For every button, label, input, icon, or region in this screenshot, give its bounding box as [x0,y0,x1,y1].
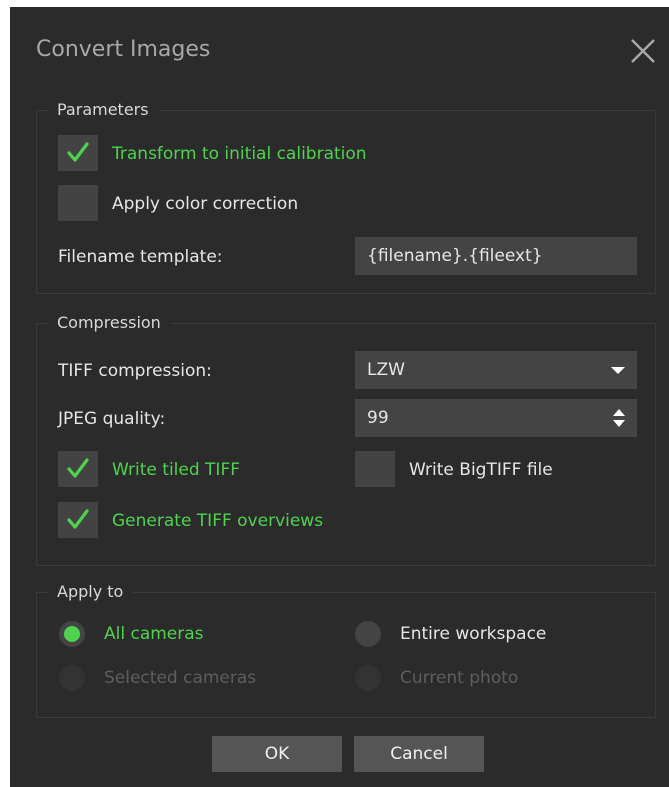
bigtiff-label: Write BigTIFF file [409,460,553,480]
parameters-legend: Parameters [49,99,159,121]
entire-workspace-label: Entire workspace [400,624,547,644]
apply-to-legend: Apply to [49,581,134,603]
spin-up-icon[interactable] [613,409,625,416]
chevron-down-icon [611,367,625,374]
convert-images-dialog: Convert Images Parameters Transform to i… [10,7,669,787]
all-cameras-radio[interactable] [59,621,85,647]
all-cameras-label: All cameras [104,624,204,644]
bigtiff-checkbox[interactable] [355,451,395,487]
checkmark-icon [67,458,89,478]
overviews-label: Generate TIFF overviews [112,511,324,531]
jpeg-quality-spinbox[interactable]: 99 [355,399,637,437]
tiff-compression-select[interactable]: LZW [355,351,637,389]
current-photo-radio [355,665,381,691]
jpeg-quality-value: 99 [367,408,389,428]
compression-group: Compression TIFF compression: LZW JPEG q… [36,312,656,566]
selected-cameras-label: Selected cameras [104,668,257,688]
parameters-group: Parameters Transform to initial calibrat… [36,99,656,294]
tiled-tiff-checkbox[interactable] [58,451,98,487]
cancel-button[interactable]: Cancel [354,736,484,772]
checkmark-icon [67,142,89,162]
tiff-compression-value: LZW [367,360,405,380]
filename-template-label: Filename template: [58,247,223,267]
compression-legend: Compression [49,312,171,334]
dialog-title: Convert Images [36,37,211,62]
jpeg-quality-label: JPEG quality: [58,409,166,429]
color-correction-label: Apply color correction [112,194,299,214]
close-icon[interactable] [627,35,659,67]
transform-label: Transform to initial calibration [112,144,367,164]
selected-cameras-radio [59,665,85,691]
filename-template-input[interactable] [355,237,637,275]
tiff-compression-label: TIFF compression: [58,361,212,381]
entire-workspace-radio[interactable] [355,621,381,647]
spin-down-icon[interactable] [613,420,625,427]
transform-checkbox[interactable] [58,135,98,171]
ok-button[interactable]: OK [212,736,342,772]
overviews-checkbox[interactable] [58,502,98,538]
tiled-tiff-label: Write tiled TIFF [112,460,241,480]
color-correction-checkbox[interactable] [58,185,98,221]
apply-to-group: Apply to All cameras Entire workspace Se… [36,581,656,718]
radio-selected-dot [64,626,80,642]
current-photo-label: Current photo [400,668,519,688]
checkmark-icon [67,509,89,529]
